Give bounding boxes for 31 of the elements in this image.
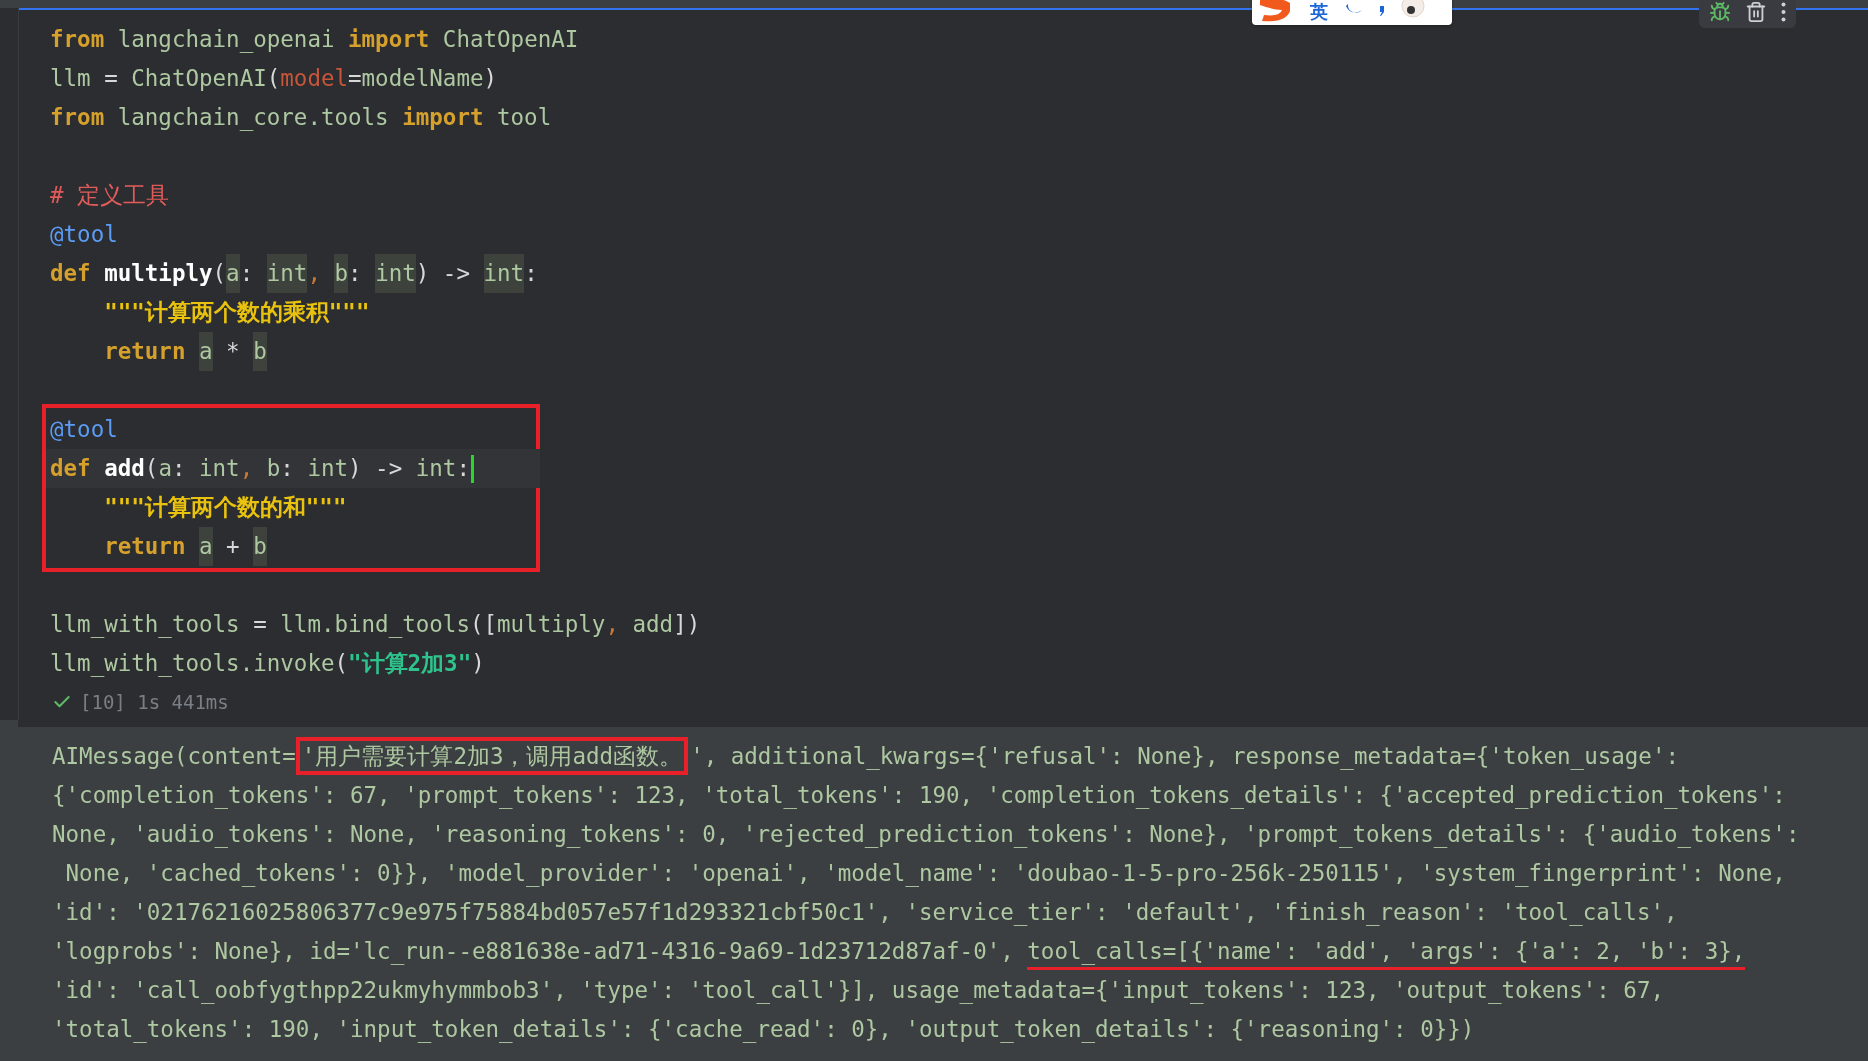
input-mode[interactable]: 英 [1310,2,1328,22]
debug-button[interactable] [1709,1,1731,23]
more-button[interactable] [1781,2,1786,22]
more-icon [1781,2,1786,22]
output-line: None, 'audio_tokens': None, 'reasoning_tokens': 0, 'rejected_prediction_tokens': None}, 'prompt_tokens_details': {'audio_tokens': [52,820,1801,850]
output-line: 'logprobs': None}, id='lc_run--e881638e-ad71-4316-9a69-1d23712d87af-0', tool_calls=[{'name': 'add', 'args': {'a': 2, 'b': 3}, [52,935,1868,968]
code-line: # 定义工具 [50,181,170,210]
code-line: def multiply(a: int, b: int) -> int: [50,254,538,293]
code-line: @tool [50,415,118,444]
delete-button[interactable] [1745,1,1767,23]
code-line: from langchain_core.tools import tool [50,103,552,133]
code-line: from langchain_openai import ChatOpenAI [50,25,579,55]
code-line: llm = ChatOpenAI(model=modelName) [50,64,498,93]
code-line: def add(a: int, b: int) -> int: [50,449,474,488]
output-line: 'id': 'call_oobfygthpp22ukmyhymmbob3', 'type': 'tool_call'}], usage_metadata={'input_tokens': 123, 'output_tokens': 67, [52,976,1665,1006]
code-line: llm_with_tools.invoke("计算2加3") [50,649,485,679]
output-line: None, 'cached_tokens': 0}}, 'model_provider': 'openai', 'model_name': 'doubao-1-5-pro-256k-250115', 'system_fingerprint': None, [64,859,1787,889]
output-line: {'completion_tokens': 67, 'prompt_tokens': 123, 'total_tokens': 190, 'completion_tokens_details': {'accepted_prediction_tokens': [52,781,1787,811]
code-line: """计算两个数的和""" [103,493,347,522]
output-line: 'total_tokens': 190, 'input_token_details': {'cache_read': 0}, 'output_token_details': {'reasoning': 0}}) [52,1015,1476,1045]
run-status: [10] 1s 441ms [80,691,229,713]
code-line: """计算两个数的乘积""" [103,298,370,327]
trash-icon [1745,1,1767,23]
emoji-icon[interactable] [1400,0,1426,21]
code-line: return a + b [50,527,267,566]
code-line: @tool [50,220,118,249]
bug-icon [1709,1,1731,23]
code-line: llm_with_tools = llm.bind_tools([multiply, add]) [50,610,701,640]
output-line: AIMessage(content= '用户需要计算2加3，调用add函数。 ', additional_kwargs={'refusal': None}, response_metadata={'token_usage': [52,740,1868,773]
output-line: 'id': '02176216025806377c9e975f75884bd057e57f1d293321cbf50c1', 'service_tier': 'default', 'finish_reason': 'tool_calls', [52,898,1679,928]
code-line: return a * b [50,332,267,371]
